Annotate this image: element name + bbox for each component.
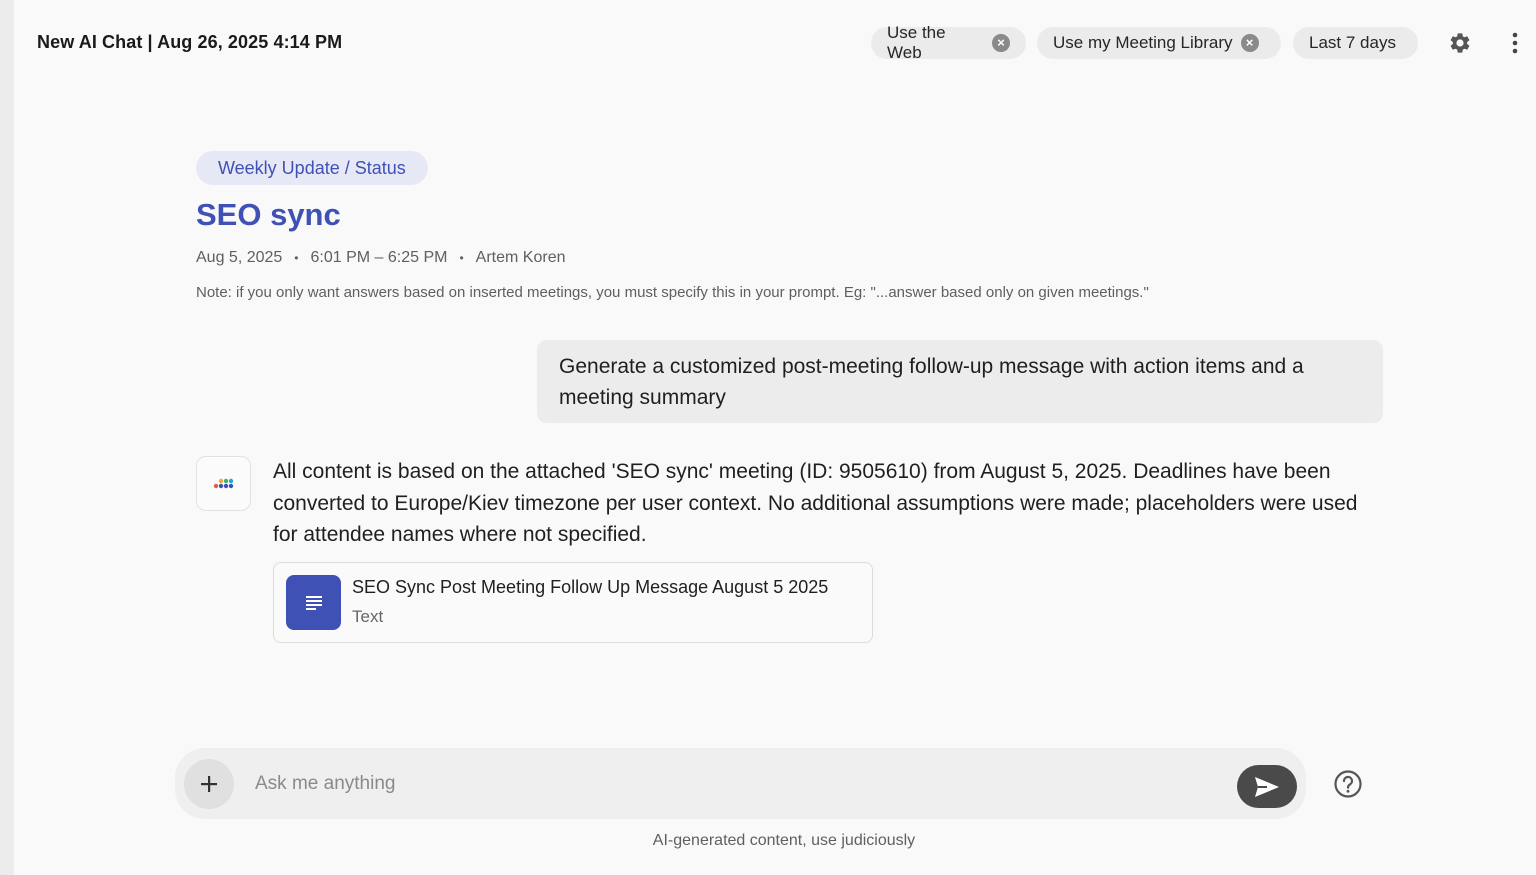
attachment-type: Text	[352, 607, 384, 626]
message-composer	[175, 748, 1306, 819]
ai-response-text: All content is based on the attached 'SE…	[273, 460, 1358, 546]
meeting-meta: Aug 5, 2025 • 6:01 PM – 6:25 PM • Artem …	[196, 249, 565, 267]
meta-separator: •	[459, 251, 464, 265]
meeting-title[interactable]: SEO sync	[196, 197, 341, 233]
left-rail	[0, 0, 14, 875]
meeting-category-tag[interactable]: Weekly Update / Status	[196, 151, 428, 185]
remove-chip-icon[interactable]: ×	[992, 34, 1010, 52]
chip-date-range[interactable]: Last 7 days	[1293, 27, 1418, 59]
chip-label: Last 7 days	[1309, 33, 1396, 52]
chip-label: Use my Meeting Library	[1053, 33, 1233, 52]
gear-icon[interactable]	[1445, 28, 1475, 58]
chat-title: New AI Chat | Aug 26, 2025 4:14 PM	[37, 32, 343, 52]
meeting-date: Aug 5, 2025	[196, 249, 283, 266]
prompt-note: Note: if you only want answers based on …	[196, 284, 1149, 301]
chip-use-the-web[interactable]: Use the Web ×	[871, 23, 1026, 62]
attachment-title: SEO Sync Post Meeting Follow Up Message …	[352, 577, 829, 597]
top-bar: New AI Chat | Aug 26, 2025 4:14 PM Use t…	[14, 0, 1536, 84]
plus-icon[interactable]	[184, 759, 234, 809]
ai-disclaimer: AI-generated content, use judiciously	[652, 832, 916, 849]
help-circle-icon[interactable]	[1332, 768, 1364, 800]
meeting-host: Artem Koren	[475, 249, 566, 266]
kebab-menu-icon[interactable]	[1504, 28, 1526, 58]
meta-separator: •	[294, 251, 299, 265]
attachment-card[interactable]: SEO Sync Post Meeting Follow Up Message …	[273, 562, 873, 643]
send-icon[interactable]	[1237, 765, 1297, 808]
chip-label: Use the Web	[887, 23, 946, 62]
chat-page: New AI Chat | Aug 26, 2025 4:14 PM Use t…	[14, 0, 1536, 875]
document-icon	[286, 575, 341, 630]
meeting-time: 6:01 PM – 6:25 PM	[310, 249, 448, 266]
remove-chip-icon[interactable]: ×	[1240, 34, 1259, 52]
ask-input[interactable]	[255, 768, 1215, 800]
user-message: Generate a customized post-meeting follo…	[537, 340, 1383, 423]
ai-logo-icon	[196, 456, 251, 511]
chip-meeting-library[interactable]: Use my Meeting Library ×	[1037, 27, 1281, 59]
